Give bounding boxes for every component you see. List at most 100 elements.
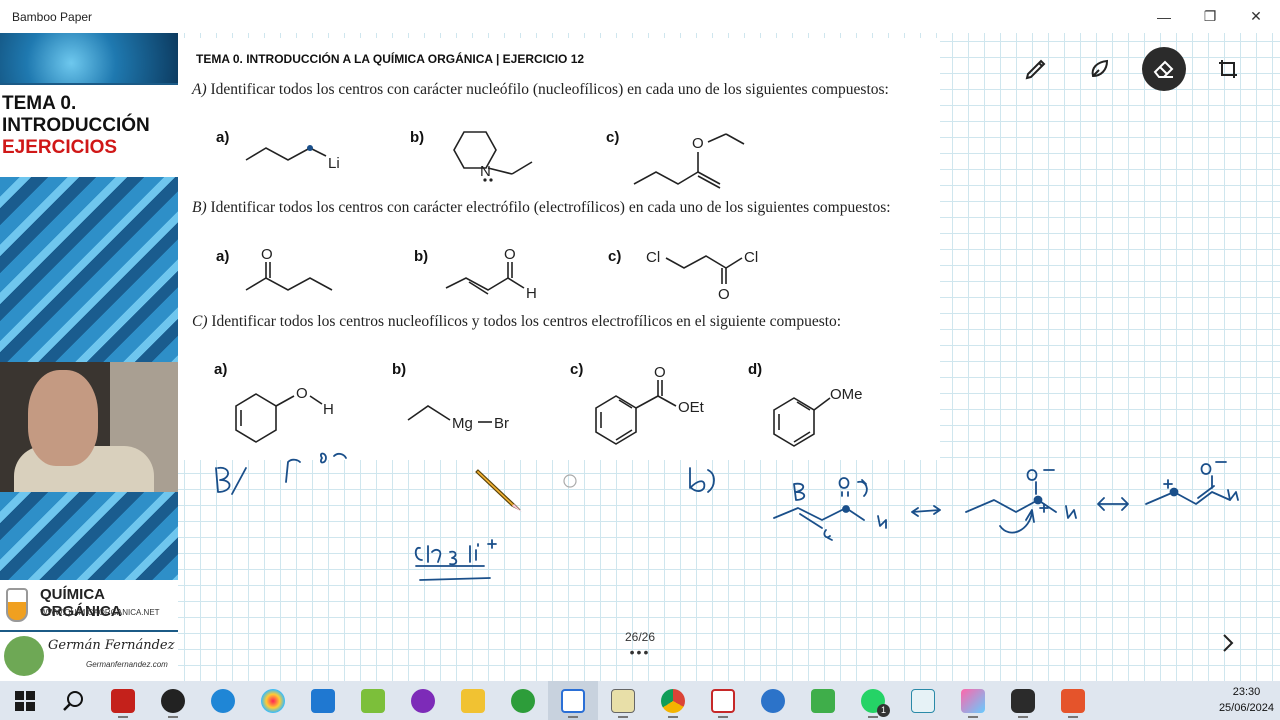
taskbar-camtasia[interactable] <box>798 681 848 720</box>
taskbar-bamboo-paper[interactable] <box>548 681 598 720</box>
author-banner: Germán Fernández Germanfernandez.com <box>0 630 178 681</box>
atom-br: Br <box>494 415 509 432</box>
course-title-line1: TEMA 0. <box>2 93 77 114</box>
taskbar: 1 23:30 25/06/2024 <box>0 681 1280 720</box>
label-c-d: d) <box>748 361 763 378</box>
taskbar-screen-recorder[interactable] <box>1048 681 1098 720</box>
molecule-anisole: OMe <box>773 386 863 447</box>
atom-oet: OEt <box>678 399 705 416</box>
chemdraw-icon <box>611 688 635 713</box>
brand-banner: QUÍMICA ORGÁNICA WWW.QUIMICAORGANICA.NET <box>0 580 178 630</box>
eraser-icon[interactable] <box>1142 47 1186 91</box>
molecule-butanone: O <box>245 246 333 291</box>
question-c-text: Identificar todos los centros nucleofíli… <box>207 313 842 330</box>
search-icon <box>63 690 83 711</box>
taskbar-media-player[interactable] <box>148 681 198 720</box>
taskbar-whatsapp[interactable]: 1 <box>848 681 898 720</box>
file-explorer-icon <box>461 688 485 713</box>
messenger-icon <box>211 688 235 713</box>
restore-button[interactable]: ❐ <box>1187 0 1233 33</box>
author-site: Germanfernandez.com <box>86 660 168 669</box>
thunderbird-icon <box>761 688 785 713</box>
atom-o-acyl: O <box>718 286 730 303</box>
brand-url: WWW.QUIMICAORGANICA.NET <box>40 608 160 617</box>
question-a: A) Identificar todos los centros con car… <box>192 80 921 100</box>
taskbar-file-explorer[interactable] <box>448 681 498 720</box>
minimize-button[interactable]: — <box>1141 0 1187 33</box>
question-b-letter: B) <box>192 199 207 216</box>
taskbar-pdf[interactable] <box>698 681 748 720</box>
atom-o-hydroxyl: O <box>296 385 308 402</box>
taskbar-app[interactable] <box>898 681 948 720</box>
pen-icon[interactable] <box>1014 47 1058 91</box>
atom-mg: Mg <box>452 415 473 432</box>
atom-cl-left: Cl <box>646 249 660 266</box>
taskbar-mail[interactable] <box>298 681 348 720</box>
bamboo-paper-icon <box>561 688 585 713</box>
page-indicator: 26/26 <box>624 630 656 644</box>
system-clock[interactable]: 23:30 25/06/2024 <box>1219 684 1274 716</box>
molecule-ethylmagnesium-bromide: Mg Br <box>407 405 509 432</box>
taskbar-paint[interactable] <box>248 681 298 720</box>
taskbar-notepad[interactable] <box>348 681 398 720</box>
page-menu-dots[interactable]: ••• <box>610 644 670 660</box>
taskbar-chemdraw[interactable] <box>598 681 648 720</box>
molecule-crotonaldehyde: O H <box>445 246 537 302</box>
search-button[interactable] <box>48 681 98 720</box>
label-b-a: a) <box>216 248 230 265</box>
atom-o-aldehyde: O <box>504 246 516 263</box>
atom-ome: OMe <box>830 386 863 403</box>
label-c-a: a) <box>214 361 228 378</box>
taskbar-filezilla[interactable] <box>98 681 148 720</box>
label-b-b: b) <box>414 248 429 265</box>
mail-icon <box>311 688 335 713</box>
camtasia-icon <box>811 688 835 713</box>
atom-n: N <box>480 163 491 180</box>
presenter-webcam <box>0 362 178 492</box>
filezilla-icon <box>111 688 135 713</box>
taskbar-messenger[interactable] <box>198 681 248 720</box>
label-c-c: c) <box>570 361 584 378</box>
question-c: C) Identificar todos los centros nucleof… <box>192 312 921 332</box>
highlighter-icon[interactable] <box>1078 47 1122 91</box>
app-title: Bamboo Paper <box>12 9 93 24</box>
taskbar-thunderbird[interactable] <box>748 681 798 720</box>
taskbar-3d-viewer[interactable] <box>398 681 448 720</box>
molecule-chloropropanoyl-chloride: Cl Cl O <box>646 249 758 303</box>
course-sidebar: TEMA 0. INTRODUCCIÓN EJERCICIOS QUÍMICA … <box>0 33 178 681</box>
molecule-enol-ether: O <box>633 133 745 189</box>
question-b-text: Identificar todos los centros con caráct… <box>206 199 891 216</box>
chrome-icon <box>661 688 685 713</box>
author-name: Germán Fernández <box>48 638 175 653</box>
cd-burner-icon <box>511 688 535 713</box>
course-title-line3: EJERCICIOS <box>2 137 118 158</box>
chevron-right-icon <box>1223 634 1234 652</box>
question-a-text: Identificar todos los centros con caráct… <box>206 81 889 98</box>
taskbar-cd-burner[interactable] <box>498 681 548 720</box>
start-icon <box>15 690 35 711</box>
label-b: b) <box>410 129 425 146</box>
molecule-ethylpiperidine: N <box>453 131 533 182</box>
close-button[interactable]: ✕ <box>1233 0 1279 33</box>
start-button[interactable] <box>0 681 50 720</box>
taskbar-paint3d[interactable] <box>948 681 998 720</box>
label-b-c: c) <box>608 248 622 265</box>
taskbar-chrome[interactable] <box>648 681 698 720</box>
clock-date: 25/06/2024 <box>1218 702 1274 714</box>
atom-o-ester: O <box>654 364 666 381</box>
pencil-cursor-icon <box>475 469 522 512</box>
course-title: TEMA 0. INTRODUCCIÓN EJERCICIOS <box>0 85 178 177</box>
atom-h-aldehyde: H <box>526 285 537 302</box>
atom-o-ketone: O <box>261 246 273 263</box>
notepad-icon <box>361 688 385 713</box>
crop-icon[interactable] <box>1206 47 1250 91</box>
paint-icon <box>261 688 285 713</box>
exercise-sheet: TEMA 0. INTRODUCCIÓN A LA QUÍMICA ORGÁNI… <box>178 38 940 460</box>
next-page-button[interactable] <box>1216 630 1240 656</box>
taskbar-obs[interactable] <box>998 681 1048 720</box>
atom-h-hydroxyl: H <box>323 401 334 418</box>
author-avatar <box>4 636 44 676</box>
dna-background-image-lower <box>0 492 178 580</box>
course-title-line2: INTRODUCCIÓN <box>2 115 150 136</box>
atom-o: O <box>692 135 704 152</box>
